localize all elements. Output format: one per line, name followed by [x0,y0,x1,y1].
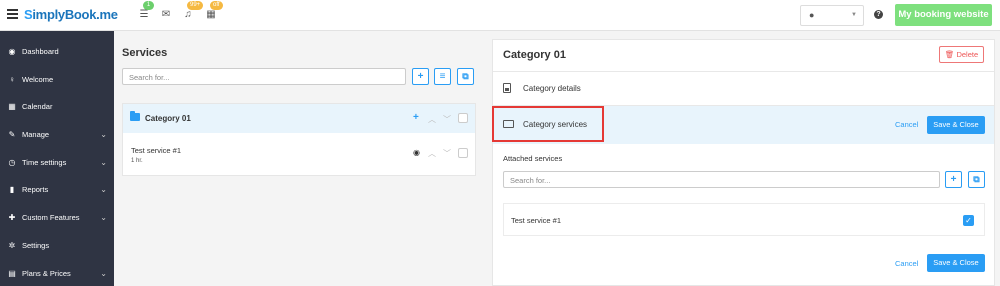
chevron-down-icon: ⌄ [100,158,107,167]
sidebar-item-custom-features[interactable]: ✚ Custom Features ⌄ [0,207,114,229]
sidebar-item-time-settings[interactable]: ◷ Time settings ⌄ [0,152,114,174]
service-row[interactable]: Test service #1 1 hr. ◉ ︿ ﹀ [123,133,475,176]
calendar-top-icon[interactable]: ▦ off [204,1,223,21]
status-badge: off [210,1,223,10]
tasks-icon[interactable]: ☰ 1 [137,1,154,21]
tasks-badge: 1 [143,1,154,10]
sidebar-item-dashboard[interactable]: ◉ Dashboard [0,41,114,63]
category-details-row[interactable]: Category details [493,72,994,105]
pencil-icon: ✎ [8,130,16,139]
copy-button[interactable]: ⧉ [457,68,474,85]
service-checkbox[interactable] [458,148,468,158]
copy-attached-button[interactable]: ⧉ [968,171,985,188]
category-checkbox[interactable] [458,113,468,123]
move-up-icon[interactable]: ︿ [428,114,436,125]
cart-icon: ▤ [8,269,16,278]
move-up-icon[interactable]: ︿ [428,148,436,159]
sidebar-item-settings[interactable]: ✲ Settings [0,235,114,257]
delete-button[interactable]: 🗑 Delete [939,46,984,63]
notifications-badge: 99+ [187,1,204,10]
cancel-link-bottom[interactable]: Cancel [895,259,918,268]
service-duration: 1 hr. [131,158,143,164]
booking-website-button[interactable]: My booking website [895,4,992,26]
attached-services-label: Attached services [503,154,563,163]
chevron-down-icon: ▼ [851,12,857,18]
sidebar-item-calendar[interactable]: ▦ Calendar [0,96,114,118]
category-name: Category 01 [145,114,191,123]
services-title: Services [122,47,168,59]
calendar-icon: ▦ [8,102,16,111]
bar-chart-icon: ▮ [9,185,15,194]
chevron-down-icon: ⌄ [100,185,107,194]
puzzle-icon: ✚ [8,213,16,222]
sidebar-item-reports[interactable]: ▮ Reports ⌄ [0,179,114,201]
help-icon[interactable]: ? [874,10,883,19]
category-services-row[interactable]: Category services Cancel Save & Close [492,106,994,144]
service-name: Test service #1 [131,146,182,155]
sidebar-item-manage[interactable]: ✎ Manage ⌄ [0,124,114,146]
panel-title: Category 01 [503,49,566,61]
save-close-button-bottom[interactable]: Save & Close [927,254,985,272]
save-close-button[interactable]: Save & Close [927,116,985,134]
eye-icon[interactable]: ◉ [413,148,420,157]
cancel-link[interactable]: Cancel [895,120,918,129]
add-service-button[interactable]: + [412,68,429,85]
move-down-icon[interactable]: ﹀ [443,148,451,159]
folder-open-icon [503,120,514,128]
services-list: Category 01 + ︿ ﹀ Test service #1 1 hr. … [122,103,476,176]
add-to-category-icon[interactable]: + [413,112,419,123]
logo[interactable]: SimplyBook.me [24,7,118,22]
chevron-down-icon: ⌄ [100,269,107,278]
add-attached-button[interactable]: + [945,171,962,188]
sidebar-item-welcome[interactable]: ♀ Welcome [0,69,114,91]
list-view-button[interactable]: ≡ [434,68,451,85]
gears-icon: ✲ [8,241,16,250]
trash-icon: 🗑 [944,50,955,59]
services-search-input[interactable]: Search for... [122,68,406,85]
lightbulb-icon: ♀ [9,75,15,84]
folder-icon [130,111,140,121]
sidebar-item-plans-prices[interactable]: ▤ Plans & Prices ⌄ [0,263,114,285]
attached-search-input[interactable]: Search for... [503,171,940,188]
chevron-down-icon: ⌄ [100,213,107,222]
top-bar: SimplyBook.me ☰ 1 ✉ ♫ 99+ ▦ off ● ▼ ? My… [0,0,1000,31]
user-icon: ● [809,10,815,20]
category-row[interactable]: Category 01 + ︿ ﹀ [123,104,475,133]
sidebar: ◉ Dashboard ♀ Welcome ▦ Calendar ✎ Manag… [0,31,114,286]
move-down-icon[interactable]: ﹀ [443,114,451,125]
hamburger-menu-icon[interactable] [7,9,18,19]
bell-icon[interactable]: ♫ 99+ [181,1,204,21]
mail-icon[interactable]: ✉ [159,9,173,21]
dashboard-icon: ◉ [8,47,16,56]
checkmark-icon[interactable]: ✓ [963,215,974,226]
attached-service-item[interactable]: Test service #1 ✓ [503,203,985,236]
user-select[interactable]: ● ▼ [800,5,864,26]
clock-icon: ◷ [8,158,16,167]
chevron-down-icon: ⌄ [100,130,107,139]
category-panel: Category 01 🗑 Delete Category details Ca… [492,39,995,286]
image-icon [503,83,511,93]
